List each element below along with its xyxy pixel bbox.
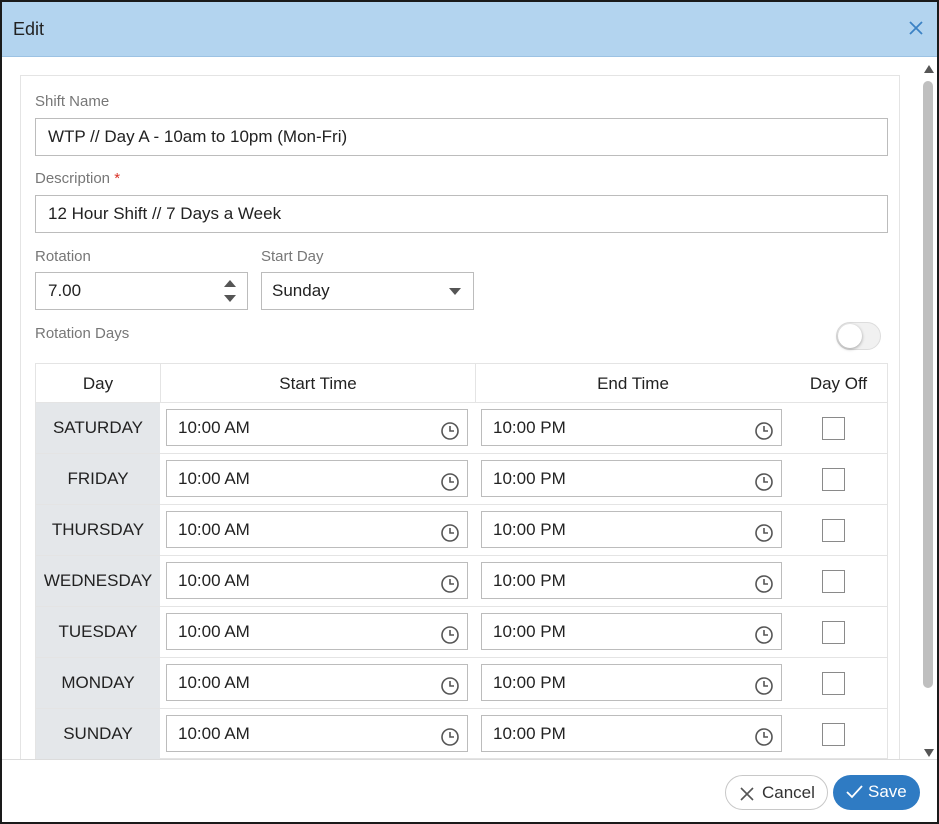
clock-icon[interactable] xyxy=(754,418,774,440)
row-day-label: WEDNESDAY xyxy=(43,571,153,590)
dialog-title: Edit xyxy=(13,19,45,39)
rotation-value: 7.00 xyxy=(48,281,82,300)
start-time-input[interactable]: 10:00 AM xyxy=(166,613,468,650)
scroll-down-icon[interactable] xyxy=(924,749,934,757)
scrollbar-thumb[interactable] xyxy=(923,81,933,688)
clock-icon[interactable] xyxy=(440,520,460,542)
check-icon xyxy=(846,784,863,800)
clock-icon[interactable] xyxy=(754,622,774,644)
save-button[interactable]: Save xyxy=(833,775,920,810)
edit-dialog: Edit Shift Name WTP // Day A - 10am to 1… xyxy=(0,0,939,824)
row-day-label: SUNDAY xyxy=(63,724,133,743)
dialog-footer: Cancel Save xyxy=(2,759,937,822)
table-row: TUESDAY 10:00 AM 10:00 PM xyxy=(36,607,887,658)
row-day-label: MONDAY xyxy=(61,673,135,692)
form-panel: Shift Name WTP // Day A - 10am to 10pm (… xyxy=(20,75,900,759)
vertical-scrollbar[interactable] xyxy=(920,59,937,759)
day-off-checkbox[interactable] xyxy=(822,723,845,746)
clock-icon[interactable] xyxy=(754,724,774,746)
day-off-checkbox[interactable] xyxy=(822,672,845,695)
row-day-label: THURSDAY xyxy=(51,520,145,539)
rotation-days-toggle[interactable] xyxy=(836,322,881,350)
header-start-time: Start Time xyxy=(160,364,475,403)
save-label: Save xyxy=(868,782,907,801)
row-day-label: TUESDAY xyxy=(58,622,138,641)
row-day-label: FRIDAY xyxy=(67,469,129,488)
start-day-select[interactable]: Sunday xyxy=(261,272,474,310)
spinner-arrows-icon[interactable] xyxy=(223,277,237,305)
end-time-input[interactable]: 10:00 PM xyxy=(481,409,782,446)
clock-icon[interactable] xyxy=(754,571,774,593)
clock-icon[interactable] xyxy=(440,469,460,491)
start-time-input[interactable]: 10:00 AM xyxy=(166,562,468,599)
clock-icon[interactable] xyxy=(754,673,774,695)
x-icon xyxy=(740,786,754,801)
close-icon[interactable] xyxy=(906,18,926,38)
clock-icon[interactable] xyxy=(440,622,460,644)
clock-icon[interactable] xyxy=(440,724,460,746)
clock-icon[interactable] xyxy=(754,520,774,542)
cancel-button[interactable]: Cancel xyxy=(725,775,828,810)
start-time-input[interactable]: 10:00 AM xyxy=(166,715,468,752)
scroll-up-icon[interactable] xyxy=(924,65,934,73)
day-off-checkbox[interactable] xyxy=(822,570,845,593)
description-field[interactable]: 12 Hour Shift // 7 Days a Week xyxy=(35,195,888,233)
clock-icon[interactable] xyxy=(754,469,774,491)
end-time-input[interactable]: 10:00 PM xyxy=(481,511,782,548)
clock-icon[interactable] xyxy=(440,418,460,440)
clock-icon[interactable] xyxy=(440,673,460,695)
end-time-input[interactable]: 10:00 PM xyxy=(481,562,782,599)
rotation-label: Rotation xyxy=(35,248,91,265)
day-off-checkbox[interactable] xyxy=(822,417,845,440)
header-day: Day xyxy=(36,364,160,403)
dialog-titlebar: Edit xyxy=(2,2,937,57)
shift-name-field[interactable]: WTP // Day A - 10am to 10pm (Mon-Fri) xyxy=(35,118,888,156)
table-row: MONDAY 10:00 AM 10:00 PM xyxy=(36,658,887,709)
start-time-input[interactable]: 10:00 AM xyxy=(166,460,468,497)
start-time-input[interactable]: 10:00 AM xyxy=(166,409,468,446)
chevron-down-icon xyxy=(449,288,461,295)
header-day-off: Day Off xyxy=(790,364,887,403)
start-time-input[interactable]: 10:00 AM xyxy=(166,664,468,701)
start-time-input[interactable]: 10:00 AM xyxy=(166,511,468,548)
rotation-stepper[interactable]: 7.00 xyxy=(35,272,248,310)
required-marker: * xyxy=(114,170,121,187)
table-row: WEDNESDAY 10:00 AM 10:00 PM xyxy=(36,556,887,607)
rotation-days-label: Rotation Days xyxy=(35,325,130,342)
header-end-time: End Time xyxy=(475,364,790,403)
end-time-input[interactable]: 10:00 PM xyxy=(481,460,782,497)
toggle-knob xyxy=(838,324,862,348)
day-off-checkbox[interactable] xyxy=(822,468,845,491)
clock-icon[interactable] xyxy=(440,571,460,593)
start-day-label: Start Day xyxy=(261,248,324,265)
schedule-table: Day Start Time End Time Day Off SATURDAY… xyxy=(35,363,888,759)
row-day-label: SATURDAY xyxy=(52,418,144,437)
table-row: SUNDAY 10:00 AM 10:00 PM xyxy=(36,709,887,759)
end-time-input[interactable]: 10:00 PM xyxy=(481,715,782,752)
end-time-input[interactable]: 10:00 PM xyxy=(481,613,782,650)
day-off-checkbox[interactable] xyxy=(822,519,845,542)
day-off-checkbox[interactable] xyxy=(822,621,845,644)
shift-name-label: Shift Name xyxy=(35,93,110,110)
cancel-label: Cancel xyxy=(762,783,815,802)
table-row: FRIDAY 10:00 AM 10:00 PM xyxy=(36,454,887,505)
description-label: Description * xyxy=(35,170,121,187)
dialog-body: Shift Name WTP // Day A - 10am to 10pm (… xyxy=(2,59,937,759)
start-day-value: Sunday xyxy=(272,281,330,300)
table-row: THURSDAY 10:00 AM 10:00 PM xyxy=(36,505,887,556)
table-row: SATURDAY 10:00 AM 10:00 PM xyxy=(36,403,887,454)
end-time-input[interactable]: 10:00 PM xyxy=(481,664,782,701)
